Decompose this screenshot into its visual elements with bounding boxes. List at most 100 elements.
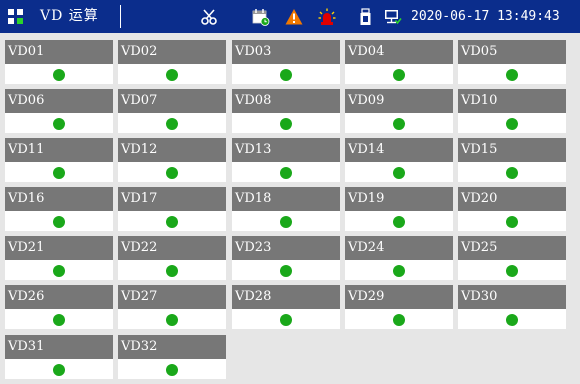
vd-tile[interactable]: VD25: [458, 236, 566, 280]
vd-tile-value: [5, 162, 113, 182]
status-indicator-dot: [53, 216, 65, 228]
vd-tile[interactable]: VD26: [5, 285, 113, 329]
vd-tile[interactable]: VD28: [232, 285, 340, 329]
vd-tile-value: [458, 211, 566, 231]
vd-tile-label: VD20: [458, 187, 566, 211]
status-indicator-dot: [280, 69, 292, 81]
vd-tile-label: VD12: [118, 138, 226, 162]
top-bar: VD 运算 2020-06-17 13:49:43: [0, 0, 580, 33]
vd-tile[interactable]: VD29: [345, 285, 453, 329]
vd-tile[interactable]: VD12: [118, 138, 226, 182]
vd-tile-label: VD14: [345, 138, 453, 162]
vd-tile-label: VD22: [118, 236, 226, 260]
vd-tile-label: VD30: [458, 285, 566, 309]
vd-tile[interactable]: VD24: [345, 236, 453, 280]
vd-tile[interactable]: VD22: [118, 236, 226, 280]
vd-tile-label: VD07: [118, 89, 226, 113]
vd-tile-label: VD10: [458, 89, 566, 113]
vd-tile-value: [345, 260, 453, 280]
vd-tile[interactable]: VD08: [232, 89, 340, 133]
vd-tile[interactable]: VD20: [458, 187, 566, 231]
vd-tile-value: [345, 162, 453, 182]
vd-tile-value: [232, 211, 340, 231]
vd-tile[interactable]: VD02: [118, 40, 226, 84]
status-indicator-dot: [53, 118, 65, 130]
vd-tile-label: VD17: [118, 187, 226, 211]
vd-tile-value: [458, 162, 566, 182]
vd-tile-label: VD21: [5, 236, 113, 260]
vd-tile[interactable]: VD15: [458, 138, 566, 182]
vd-tile[interactable]: VD11: [5, 138, 113, 182]
vd-tile[interactable]: VD23: [232, 236, 340, 280]
vd-tile[interactable]: VD19: [345, 187, 453, 231]
vd-tile-value: [5, 113, 113, 133]
vd-tile[interactable]: VD30: [458, 285, 566, 329]
vd-tile-label: VD23: [232, 236, 340, 260]
vd-tile[interactable]: VD05: [458, 40, 566, 84]
vd-tile-value: [458, 260, 566, 280]
status-indicator-dot: [53, 265, 65, 277]
vd-tile-label: VD19: [345, 187, 453, 211]
vd-tile-label: VD31: [5, 335, 113, 359]
vd-tile-value: [458, 64, 566, 84]
network-monitor-icon[interactable]: [384, 8, 402, 26]
status-indicator-dot: [53, 314, 65, 326]
vd-tile-value: [232, 260, 340, 280]
vd-tile[interactable]: VD06: [5, 89, 113, 133]
status-indicator-dot: [506, 118, 518, 130]
vd-tile[interactable]: VD18: [232, 187, 340, 231]
status-indicator-dot: [166, 314, 178, 326]
status-indicator-dot: [166, 69, 178, 81]
vd-tile-value: [232, 64, 340, 84]
menu-grid-icon[interactable]: [8, 9, 24, 25]
vd-tile[interactable]: VD07: [118, 89, 226, 133]
vd-tile-label: VD24: [345, 236, 453, 260]
vd-tile-value: [345, 113, 453, 133]
vd-tile[interactable]: VD13: [232, 138, 340, 182]
vd-tile-value: [118, 113, 226, 133]
vd-tile[interactable]: VD01: [5, 40, 113, 84]
usb-drive-icon[interactable]: [356, 8, 374, 26]
vd-tile[interactable]: VD14: [345, 138, 453, 182]
vd-tile-value: [232, 162, 340, 182]
status-indicator-dot: [393, 314, 405, 326]
vd-tile-value: [118, 64, 226, 84]
vd-tile[interactable]: VD04: [345, 40, 453, 84]
vd-tile[interactable]: VD21: [5, 236, 113, 280]
scissors-icon[interactable]: [200, 8, 218, 26]
title-divider: [120, 5, 121, 28]
vd-tile[interactable]: VD09: [345, 89, 453, 133]
vd-tile-value: [232, 309, 340, 329]
vd-tile[interactable]: VD32: [118, 335, 226, 379]
vd-tile-label: VD09: [345, 89, 453, 113]
vd-tile[interactable]: VD10: [458, 89, 566, 133]
vd-tile-label: VD16: [5, 187, 113, 211]
vd-tile-value: [5, 309, 113, 329]
vd-tile-grid: VD01 VD02 VD03 VD04 VD05 VD06 VD07 VD08 VD09 VD10…: [0, 33, 580, 384]
warning-icon[interactable]: [285, 8, 303, 26]
vd-tile-label: VD02: [118, 40, 226, 64]
vd-tile-label: VD18: [232, 187, 340, 211]
vd-tile[interactable]: VD16: [5, 187, 113, 231]
datetime-display: 2020-06-17 13:49:43: [411, 9, 560, 24]
vd-tile[interactable]: VD17: [118, 187, 226, 231]
status-indicator-dot: [393, 265, 405, 277]
vd-tile[interactable]: VD03: [232, 40, 340, 84]
vd-tile-label: VD06: [5, 89, 113, 113]
vd-tile[interactable]: VD31: [5, 335, 113, 379]
status-indicator-dot: [506, 167, 518, 179]
status-indicator-dot: [280, 314, 292, 326]
vd-tile-label: VD03: [232, 40, 340, 64]
page-title: VD 运算: [40, 8, 99, 24]
vd-tile-label: VD26: [5, 285, 113, 309]
vd-tile-label: VD01: [5, 40, 113, 64]
vd-tile[interactable]: VD27: [118, 285, 226, 329]
calendar-clock-icon[interactable]: [252, 8, 270, 26]
status-indicator-dot: [506, 265, 518, 277]
alarm-light-icon[interactable]: [318, 8, 336, 26]
vd-tile-value: [345, 309, 453, 329]
status-indicator-dot: [506, 314, 518, 326]
vd-tile-label: VD13: [232, 138, 340, 162]
vd-tile-value: [5, 260, 113, 280]
status-indicator-dot: [280, 167, 292, 179]
